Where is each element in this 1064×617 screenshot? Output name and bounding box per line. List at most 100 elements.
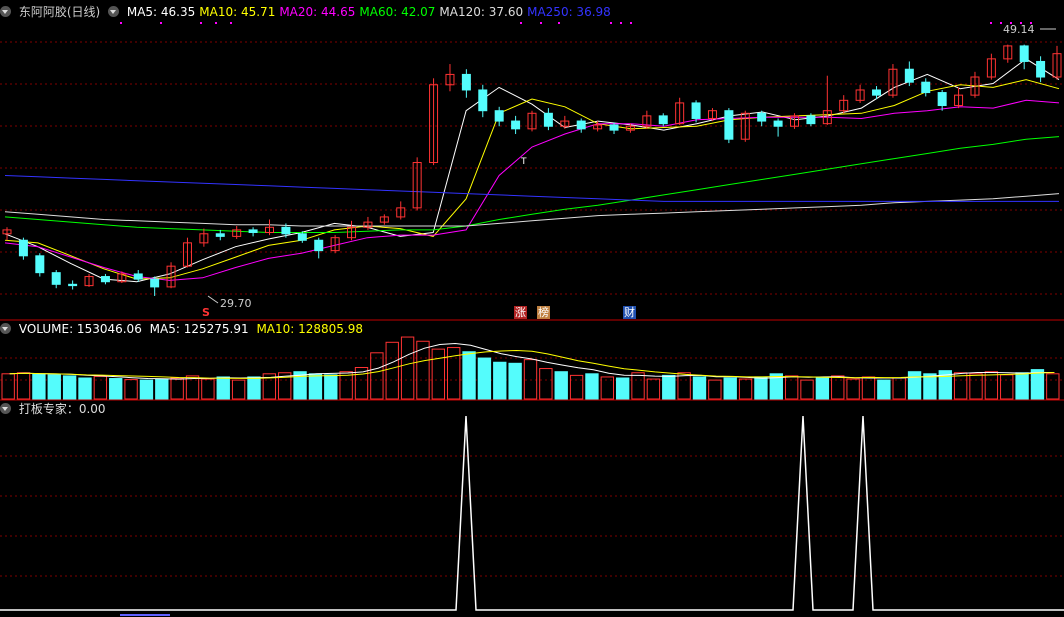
volume-bar [877, 379, 891, 400]
volume-ma10-line [9, 349, 1055, 379]
volume-bar [1, 373, 15, 400]
signal-dot [620, 22, 622, 24]
chart-title: 东阿阿胶(日线) [18, 5, 101, 19]
indicator-header: 打板专家：0.00 [0, 401, 110, 417]
signal-dot [120, 22, 122, 24]
ma-legend-item: MA250: 36.98 [527, 5, 611, 19]
high-price-label: 49.14 [1003, 23, 1035, 36]
collapse-toggle-icon[interactable] [0, 6, 11, 17]
signal-dot [558, 22, 560, 24]
signal-dot [215, 22, 217, 24]
volume-bar [1046, 373, 1060, 400]
volume-bar [78, 377, 92, 400]
candle-body [1019, 45, 1029, 62]
volume-bar [923, 373, 937, 400]
candle-body [314, 239, 324, 252]
ma-legend: MA5: 46.35 MA10: 45.71 MA20: 44.65 MA60: 42… [127, 5, 615, 19]
volume-bar [723, 377, 737, 400]
volume-bar [969, 373, 983, 400]
ma-legend-item: MA20: 44.65 [279, 5, 356, 19]
t-marker: T [521, 157, 527, 167]
volume-bar [861, 376, 876, 400]
signal-dot [540, 22, 542, 24]
candle-body [100, 276, 110, 283]
volume-bar [646, 378, 661, 400]
volume-bar [738, 378, 753, 400]
candle-body [872, 89, 882, 96]
volume-bar [508, 362, 522, 400]
volume-bar [631, 372, 645, 400]
volume-bar [907, 371, 922, 400]
volume-bar [431, 348, 446, 400]
volume-bar [1015, 372, 1029, 400]
signal-dot [230, 22, 232, 24]
cai-badge[interactable]: 财 [623, 306, 636, 319]
candle-body [133, 273, 143, 280]
volume-bar [324, 374, 338, 400]
volume-bar [754, 376, 768, 400]
volume-bar [109, 378, 123, 400]
candle-body [511, 120, 521, 130]
candle-body [461, 73, 471, 91]
candle-body [297, 233, 307, 241]
candle-body [478, 89, 488, 112]
candle-body [806, 115, 816, 125]
candle-body [773, 120, 783, 127]
ma-line-ma250 [4, 175, 1059, 202]
volume-bar [585, 373, 599, 400]
ma-line-ma10 [4, 79, 1060, 280]
volume-bar [170, 377, 184, 400]
candle-body [691, 102, 701, 119]
volume-bar [139, 379, 154, 400]
signal-dot [520, 22, 522, 24]
ma-legend-item: MA120: 37.60 [439, 5, 524, 19]
volume-bar [554, 371, 568, 400]
volume-toggle-icon[interactable] [0, 323, 11, 334]
kline-chart [0, 22, 1064, 616]
volume-bar [477, 357, 492, 400]
volume-bar [308, 373, 323, 400]
volume-bar [385, 341, 399, 400]
ma-legend-item: MA60: 42.07 [359, 5, 436, 19]
volume-bar [677, 372, 691, 400]
volume-bar [416, 340, 430, 400]
ma-line-ma60 [4, 136, 1060, 233]
s-marker: S [202, 306, 210, 319]
volume-bar [247, 376, 261, 400]
candle-body [281, 226, 291, 235]
signal-dot [990, 22, 992, 24]
candle-body [937, 92, 947, 107]
signal-dot [200, 22, 202, 24]
volume-bar [953, 372, 968, 400]
candle-body [150, 278, 160, 288]
indicator-toggle-icon[interactable] [0, 403, 11, 414]
ma-toggle-icon[interactable] [108, 6, 120, 17]
candle-body [1036, 60, 1046, 78]
volume-bar [846, 378, 860, 400]
ma-line-ma5 [4, 58, 1060, 283]
bang-badge[interactable]: 榜 [537, 306, 550, 319]
signal-dot [160, 22, 162, 24]
candle-body [35, 255, 45, 274]
signal-dot [630, 22, 632, 24]
candle-body [658, 115, 668, 125]
zhang-badge[interactable]: 涨 [514, 306, 527, 319]
candle-body [215, 233, 225, 237]
volume-bar [1030, 369, 1045, 400]
candle-body [576, 120, 586, 130]
volume-bar [539, 368, 553, 400]
volume-bar [231, 379, 246, 400]
low-label-pointer [207, 295, 219, 304]
candle-body [543, 112, 553, 127]
signal-dot [610, 22, 612, 24]
volume-header: VOLUME: 153046.06 MA5: 125275.91 MA10: 1… [0, 321, 367, 337]
volume-bar [692, 376, 707, 400]
volume-bar [462, 351, 476, 400]
volume-bar [16, 372, 31, 400]
price-header: 东阿阿胶(日线) MA5: 46.35 MA10: 45.71 MA20: 44.6… [0, 4, 619, 20]
indicator-title: 打板专家：0.00 [18, 402, 106, 416]
candle-body [757, 112, 767, 122]
volume-bar [493, 361, 507, 400]
candle-body [51, 272, 61, 285]
volume-bar [815, 377, 830, 400]
